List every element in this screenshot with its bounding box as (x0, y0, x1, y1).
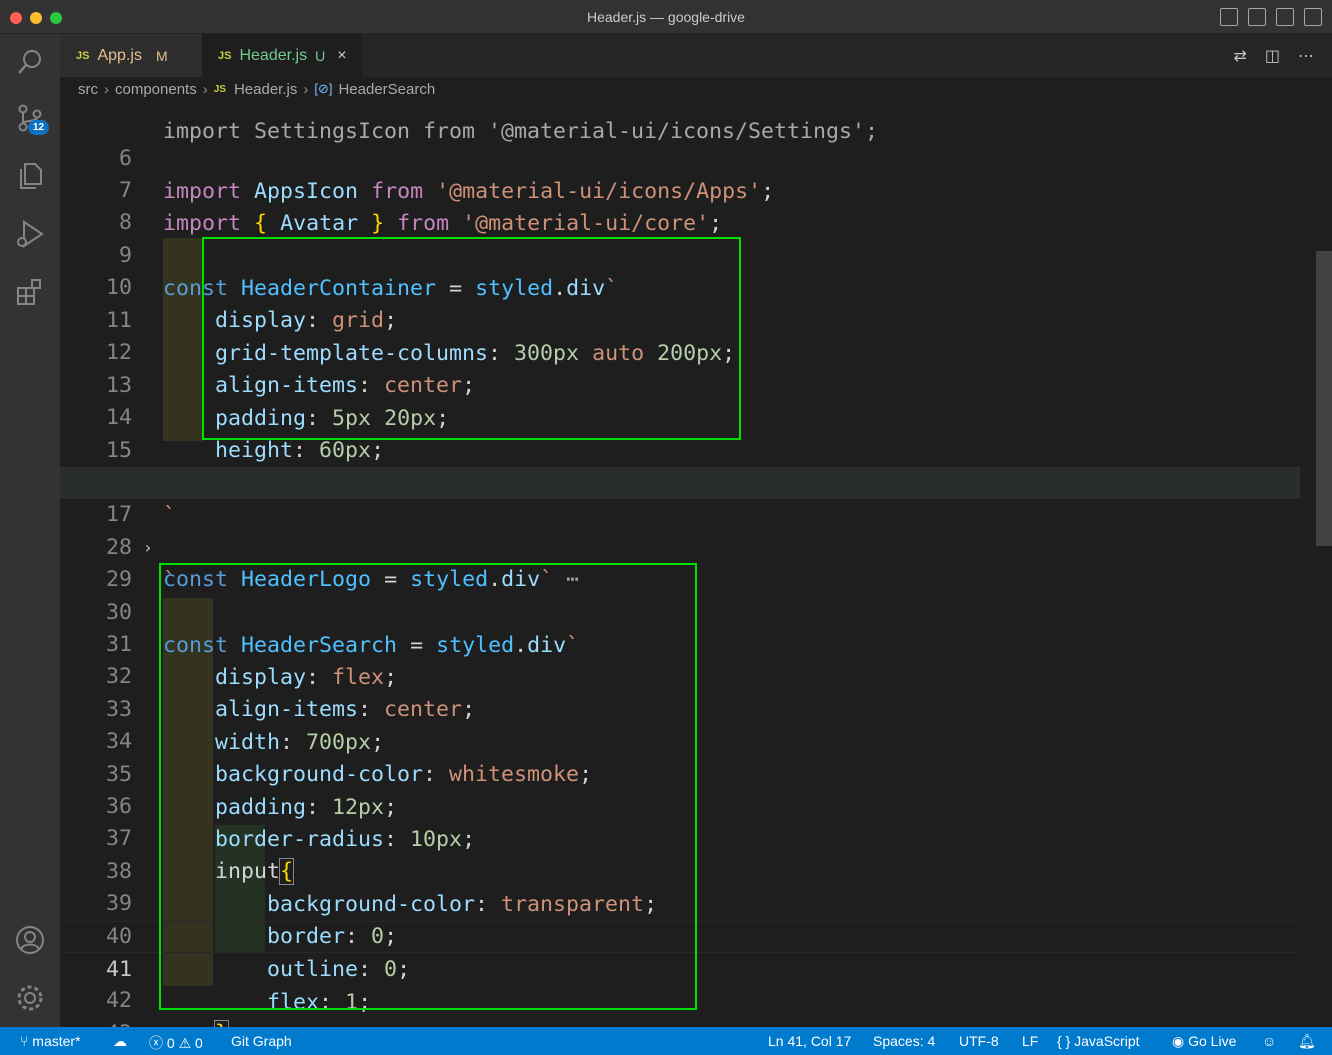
more-actions-icon[interactable]: ⋯ (1298, 46, 1314, 66)
js-file-icon: JS (218, 49, 232, 62)
account-icon[interactable] (14, 924, 46, 956)
chevron-right-icon: › (303, 80, 309, 98)
branch-name: master* (32, 1033, 81, 1049)
git-graph-button[interactable]: Git Graph (231, 1033, 292, 1049)
split-editor-icon[interactable]: ◫ (1265, 46, 1280, 66)
warning-count: 0 (195, 1035, 203, 1051)
customize-layout-icon[interactable] (1304, 8, 1322, 26)
breadcrumb-symbol[interactable]: HeaderSearch (338, 81, 435, 98)
code-line: 17 › const HeaderLogo = styled.div` ⋯ (60, 467, 1300, 592)
close-icon[interactable]: × (337, 47, 346, 65)
js-file-icon: JS (76, 49, 90, 62)
status-bar: ⑂ master* ☁ ⓧ 0 ⚠ 0 Git Graph Ln 41, Col… (0, 1027, 1332, 1055)
code-line: 29 (60, 532, 1300, 592)
cursor-position[interactable]: Ln 41, Col 17 (768, 1033, 851, 1049)
open-changes-icon[interactable]: ⇄ (1233, 46, 1246, 66)
language-label: JavaScript (1074, 1033, 1140, 1049)
indentation[interactable]: Spaces: 4 (873, 1033, 935, 1049)
run-debug-icon[interactable] (14, 218, 46, 250)
activity-bar: 12 (0, 34, 60, 1027)
window-title: Header.js — google-drive (587, 9, 745, 25)
js-file-icon: JS (213, 83, 226, 95)
encoding[interactable]: UTF-8 (959, 1033, 999, 1049)
toggle-secondary-sidebar-icon[interactable] (1276, 8, 1294, 26)
end-of-line[interactable]: LF (1022, 1033, 1038, 1049)
breadcrumb-file[interactable]: Header.js (234, 81, 297, 98)
tab-app-js[interactable]: JS App.js M (60, 34, 202, 77)
highlight-box (202, 237, 741, 440)
highlight-box (159, 563, 697, 1010)
branch-status[interactable]: ⑂ master* (20, 1033, 81, 1049)
explorer-icon[interactable] (14, 160, 46, 192)
toggle-sidebar-icon[interactable] (1220, 8, 1238, 26)
feedback-icon[interactable]: ☺ (1262, 1033, 1276, 1049)
chevron-right-icon: › (104, 80, 109, 98)
breadcrumb-src[interactable]: src (78, 81, 98, 98)
line-number: 43 (60, 1018, 132, 1027)
code-editor[interactable]: import SettingsIcon from '@material-ui/i… (60, 101, 1332, 1027)
breadcrumb-components[interactable]: components (115, 81, 197, 98)
notifications-bell-icon[interactable]: 🔔︎ (1298, 1033, 1316, 1050)
search-icon[interactable] (14, 46, 46, 78)
sync-icon[interactable]: ☁ (113, 1033, 127, 1050)
layout-controls (1220, 8, 1322, 26)
vertical-scrollbar[interactable] (1316, 251, 1332, 546)
code-line: 9 const HeaderContainer = styled.div` (60, 208, 1300, 300)
error-count: 0 (166, 1035, 175, 1051)
tab-bar: JS App.js M JS Header.js U × (60, 34, 1332, 77)
go-live-button[interactable]: ◉ Go Live (1172, 1033, 1236, 1050)
tab-header-js[interactable]: JS Header.js U × (202, 34, 362, 77)
breadcrumb: src › components › JS Header.js › [⊘] He… (60, 77, 1332, 101)
code-line: 7 import { Avatar } from '@material-ui/c… (60, 143, 1300, 235)
tab-status: U (315, 47, 326, 64)
go-live-label: Go Live (1188, 1033, 1237, 1049)
symbol-variable-icon: [⊘] (314, 81, 333, 96)
extensions-icon[interactable] (14, 276, 46, 308)
settings-gear-icon[interactable] (14, 982, 46, 1014)
problems-status[interactable]: ⓧ 0 ⚠ 0 (149, 1033, 203, 1053)
title-bar: Header.js — google-drive (0, 0, 1332, 34)
language-mode[interactable]: { } JavaScript (1057, 1033, 1140, 1049)
tab-label: Header.js (239, 46, 308, 64)
code-line: 28 ` (60, 500, 1300, 592)
tab-label: App.js (97, 46, 142, 64)
tab-status: M (155, 47, 168, 64)
editor-actions: ⇄ ◫ ⋯ (1233, 46, 1314, 66)
chevron-right-icon: › (202, 80, 208, 98)
toggle-panel-icon[interactable] (1248, 8, 1266, 26)
code-line: 8 (60, 175, 1300, 235)
scm-badge: 12 (28, 120, 50, 135)
code-line: 6 import AppsIcon from '@material-ui/ico… (60, 111, 1300, 203)
